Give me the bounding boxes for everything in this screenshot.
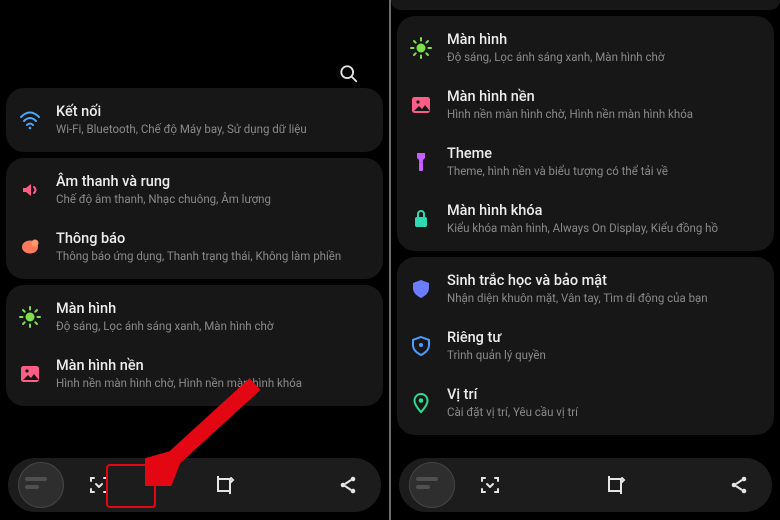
screenshot-thumbnail[interactable] (18, 462, 64, 508)
search-button[interactable] (339, 64, 359, 88)
screenshot-toolbar (8, 458, 381, 512)
shield-icon (409, 277, 433, 301)
settings-item-wallpaper[interactable]: Màn hình nền Hình nền màn hình chờ, Hình… (6, 347, 383, 406)
privacy-icon (409, 334, 433, 358)
item-title: Âm thanh và rung (56, 173, 369, 190)
crop-button[interactable] (592, 462, 638, 508)
location-icon (409, 391, 433, 415)
theme-icon (409, 150, 433, 174)
scroll-capture-button[interactable] (76, 462, 122, 508)
screenshot-thumbnail[interactable] (409, 462, 455, 508)
item-subtitle: Hình nền màn hình chờ, Hình nền màn hình… (447, 107, 760, 122)
item-title: Màn hình (56, 300, 369, 317)
sound-icon (18, 178, 42, 202)
scroll-capture-button[interactable] (467, 462, 513, 508)
item-subtitle: Wi-Fi, Bluetooth, Chế độ Máy bay, Sử dụn… (56, 122, 369, 137)
settings-item-notifications[interactable]: Thông báo Thông báo ứng dụng, Thanh trạn… (6, 220, 383, 279)
settings-item-display[interactable]: Màn hình Độ sáng, Lọc ánh sáng xanh, Màn… (397, 16, 774, 78)
item-title: Thông báo (56, 230, 369, 247)
item-subtitle: Theme, hình nền và biểu tượng có thể tải… (447, 164, 760, 179)
item-title: Vị trí (447, 386, 760, 403)
share-button[interactable] (325, 462, 371, 508)
item-subtitle: Thông báo ứng dụng, Thanh trạng thái, Kh… (56, 249, 369, 264)
display-icon (409, 36, 433, 60)
item-subtitle: Cài đặt vị trí, Yêu cầu vị trí (447, 405, 760, 420)
crop-button[interactable] (201, 462, 247, 508)
item-title: Màn hình khóa (447, 202, 760, 219)
share-button[interactable] (716, 462, 762, 508)
settings-item-wallpaper[interactable]: Màn hình nền Hình nền màn hình chờ, Hình… (397, 78, 774, 135)
item-title: Sinh trắc học và bảo mật (447, 272, 760, 289)
lock-icon (409, 207, 433, 231)
wifi-icon (18, 108, 42, 132)
screenshot-toolbar (399, 458, 772, 512)
item-subtitle: Trình quản lý quyền (447, 348, 760, 363)
item-title: Theme (447, 145, 760, 162)
previous-card-tail (391, 0, 780, 10)
settings-item-lockscreen[interactable]: Màn hình khóa Kiểu khóa màn hình, Always… (397, 192, 774, 251)
settings-item-privacy[interactable]: Riêng tư Trình quản lý quyền (397, 319, 774, 376)
right-screenshot: Màn hình Độ sáng, Lọc ánh sáng xanh, Màn… (391, 0, 780, 520)
item-title: Kết nối (56, 103, 369, 120)
settings-item-theme[interactable]: Theme Theme, hình nền và biểu tượng có t… (397, 135, 774, 192)
settings-item-sound[interactable]: Âm thanh và rung Chế độ âm thanh, Nhạc c… (6, 158, 383, 220)
settings-item-biometrics[interactable]: Sinh trắc học và bảo mật Nhận diện khuôn… (397, 257, 774, 319)
settings-list-left: Kết nối Wi-Fi, Bluetooth, Chế độ Máy bay… (0, 88, 389, 406)
notification-icon (18, 235, 42, 259)
item-title: Riêng tư (447, 329, 760, 346)
item-subtitle: Độ sáng, Lọc ánh sáng xanh, Màn hình chờ (447, 50, 760, 65)
settings-list-right: Màn hình Độ sáng, Lọc ánh sáng xanh, Màn… (391, 16, 780, 435)
settings-item-connections[interactable]: Kết nối Wi-Fi, Bluetooth, Chế độ Máy bay… (6, 88, 383, 152)
item-title: Màn hình nền (447, 88, 760, 105)
item-subtitle: Kiểu khóa màn hình, Always On Display, K… (447, 221, 760, 236)
wallpaper-icon (18, 362, 42, 386)
left-screenshot: Kết nối Wi-Fi, Bluetooth, Chế độ Máy bay… (0, 0, 389, 520)
item-subtitle: Độ sáng, Lọc ánh sáng xanh, Màn hình chờ (56, 319, 369, 334)
item-subtitle: Nhận diện khuôn mặt, Vân tay, Tìm di độn… (447, 291, 760, 306)
item-title: Màn hình nền (56, 357, 369, 374)
item-subtitle: Hình nền màn hình chờ, Hình nền màn hình… (56, 376, 369, 391)
settings-item-display[interactable]: Màn hình Độ sáng, Lọc ánh sáng xanh, Màn… (6, 285, 383, 347)
wallpaper-icon (409, 93, 433, 117)
settings-item-location[interactable]: Vị trí Cài đặt vị trí, Yêu cầu vị trí (397, 376, 774, 435)
item-title: Màn hình (447, 31, 760, 48)
display-icon (18, 305, 42, 329)
item-subtitle: Chế độ âm thanh, Nhạc chuông, Âm lượng (56, 192, 369, 207)
